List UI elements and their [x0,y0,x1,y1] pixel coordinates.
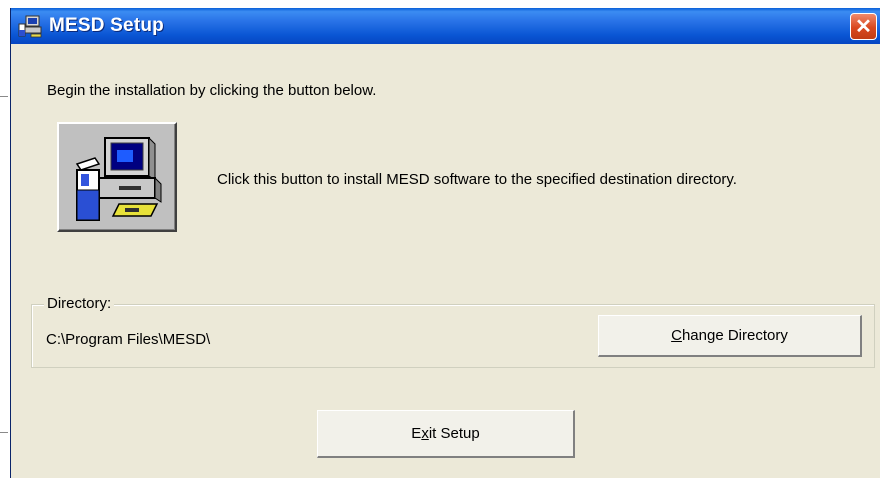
button-label-part: hange Directory [681,327,788,344]
directory-group: Directory: C:\Program Files\MESD\ Change… [31,295,875,368]
button-label-part: E [411,425,422,442]
close-icon: ✕ [855,16,872,38]
directory-label: Directory: [44,295,115,312]
title-bar[interactable]: MESD Setup ✕ [11,8,880,44]
instruction-text: Begin the installation by clicking the b… [47,82,377,99]
directory-path: C:\Program Files\MESD\ [46,331,211,348]
setup-app-icon [17,13,45,39]
exit-setup-button[interactable]: Ex it Setup [317,410,575,458]
background-edge-mark [0,96,8,97]
install-button[interactable] [57,122,177,232]
background-edge-mark [0,432,8,433]
button-label-part: it Setup [428,425,480,442]
change-directory-button[interactable]: Change Directory [598,315,862,357]
button-mnemonic: x [421,425,429,442]
install-description: Click this button to install MESD softwa… [217,171,737,188]
close-button[interactable]: ✕ [850,13,877,40]
window-title: MESD Setup [49,15,164,36]
button-mnemonic: C [671,327,682,344]
setup-window: MESD Setup ✕ Begin the installation by c… [10,8,880,478]
